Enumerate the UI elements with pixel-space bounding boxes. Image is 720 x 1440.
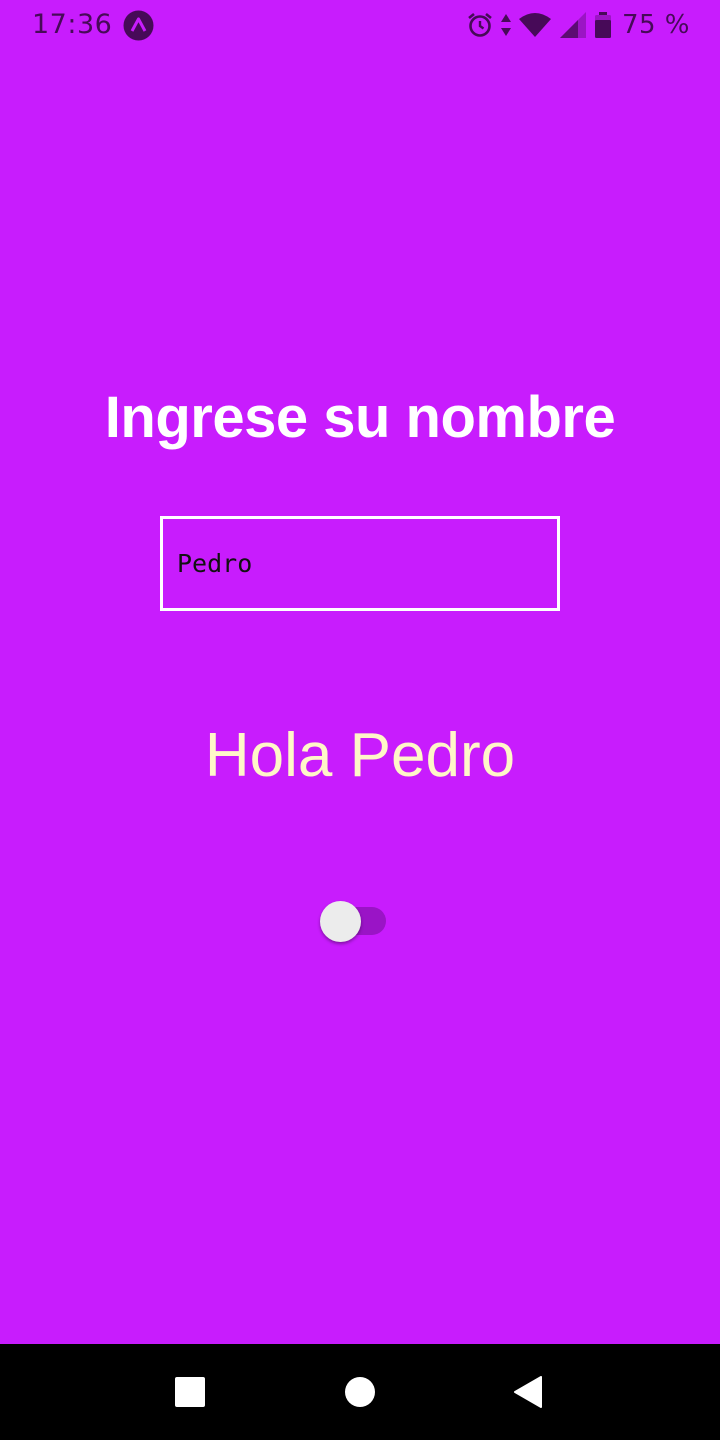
circle-icon <box>345 1377 375 1407</box>
navigation-bar <box>0 1344 720 1440</box>
cell-signal-icon <box>558 10 588 40</box>
alarm-icon <box>466 11 494 39</box>
recents-button[interactable] <box>142 1344 238 1440</box>
data-transfer-icon <box>500 12 512 38</box>
name-input[interactable] <box>160 516 560 611</box>
home-button[interactable] <box>312 1344 408 1440</box>
status-icons: 75 % <box>466 8 690 42</box>
status-bar: 17:36 75 % <box>0 0 720 50</box>
status-time: 17:36 <box>32 9 113 40</box>
app-notification-icon <box>123 10 154 41</box>
wifi-icon <box>518 11 552 39</box>
toggle-thumb <box>320 901 361 942</box>
battery-icon <box>594 11 612 39</box>
back-button[interactable] <box>480 1344 576 1440</box>
back-triangle-icon <box>514 1376 542 1408</box>
greeting-text: Hola Pedro <box>204 721 516 790</box>
page-title: Ingrese su nombre <box>104 385 616 450</box>
square-icon <box>175 1377 205 1407</box>
toggle-switch[interactable] <box>320 900 388 942</box>
battery-percent: 75 % <box>621 10 690 40</box>
